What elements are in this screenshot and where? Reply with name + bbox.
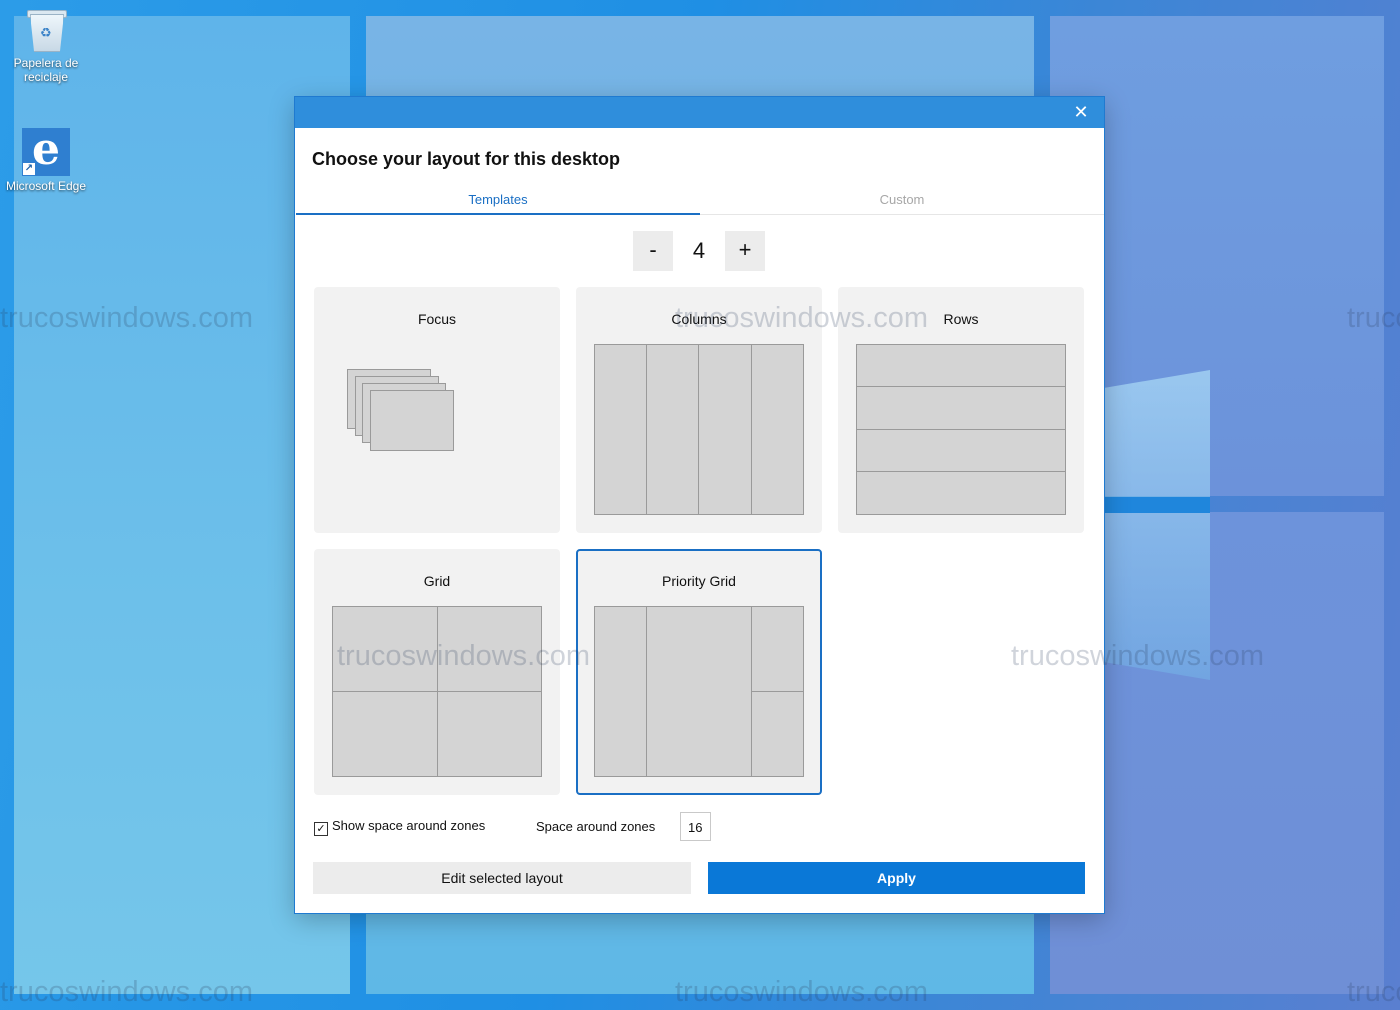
checkbox-box[interactable]: ✓ — [314, 822, 328, 836]
zone-count-value: 4 — [692, 238, 706, 263]
layout-card-title: Priority Grid — [662, 573, 736, 589]
layout-zone — [437, 691, 542, 777]
layout-card-title: Grid — [423, 573, 451, 589]
layout-zone — [751, 691, 804, 777]
tab-custom[interactable]: Custom — [700, 192, 1104, 213]
tab-bar: Templates Custom — [296, 192, 1104, 215]
increment-button[interactable]: + — [725, 231, 765, 271]
layout-zone — [594, 606, 647, 777]
dialog-heading: Choose your layout for this desktop — [312, 149, 621, 169]
layout-zone — [332, 606, 438, 692]
decrement-button[interactable]: - — [633, 231, 673, 271]
tab-templates[interactable]: Templates — [296, 192, 700, 215]
apply-button[interactable]: Apply — [708, 862, 1085, 894]
title-bar[interactable]: ✕ — [295, 97, 1104, 128]
layout-zone — [856, 429, 1066, 472]
checkbox-label: Show space around zones — [332, 818, 486, 833]
desktop-icon-edge[interactable]: e ↗ Microsoft Edge — [4, 128, 88, 194]
layout-zone — [370, 390, 454, 451]
layout-zone — [646, 606, 752, 777]
layout-zone — [594, 344, 647, 515]
close-button[interactable]: ✕ — [1058, 97, 1104, 128]
layout-zone — [856, 471, 1066, 515]
layout-editor-dialog: ✕ Choose your layout for this desktop Te… — [295, 97, 1104, 913]
layout-zone — [751, 606, 804, 692]
layout-card-grid[interactable]: Grid — [314, 549, 560, 795]
edit-selected-layout-button[interactable]: Edit selected layout — [313, 862, 691, 894]
layout-zone — [856, 386, 1066, 430]
layout-zone — [437, 606, 542, 692]
layout-card-rows[interactable]: Rows — [838, 287, 1084, 533]
close-icon: ✕ — [1073, 102, 1089, 122]
wallpaper-glass — [1100, 370, 1210, 680]
layout-zone — [751, 344, 804, 515]
space-around-zones-input[interactable]: 16 — [680, 812, 711, 841]
layout-card-columns[interactable]: Columns — [576, 287, 822, 533]
layout-zone — [332, 691, 438, 777]
layout-card-title: Focus — [417, 311, 457, 327]
recycle-bin-icon: ♻ — [26, 8, 67, 52]
desktop-icon-recycle-bin[interactable]: ♻ Papelera de reciclaje — [4, 8, 88, 84]
layout-card-title: Rows — [943, 311, 979, 327]
layout-card-focus[interactable]: Focus — [314, 287, 560, 533]
layout-zone — [698, 344, 752, 515]
layout-card-title: Columns — [671, 311, 727, 327]
space-around-zones-label: Space around zones — [536, 819, 656, 834]
show-space-checkbox[interactable]: ✓ Show space around zones — [314, 818, 485, 836]
desktop-icon-label: Papelera de reciclaje — [13, 56, 79, 84]
desktop-icon-label: Microsoft Edge — [5, 179, 87, 193]
layout-zone — [856, 344, 1066, 387]
layout-card-priority-grid[interactable]: Priority Grid — [576, 549, 822, 795]
edge-icon: e ↗ — [22, 128, 70, 176]
layout-zone — [646, 344, 699, 515]
wallpaper-divider — [1100, 497, 1210, 513]
